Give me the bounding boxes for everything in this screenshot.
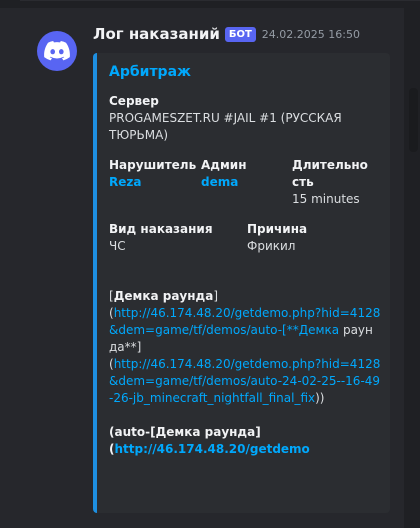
desc-line-1: [Демка раунда] — [109, 288, 381, 305]
field-server-value: PROGAMESZET.RU #JAIL #1 (РУССКАЯ ТЮРЬМА) — [109, 111, 342, 142]
desc-bold: (auto-[ — [109, 425, 156, 439]
embed-accent-bar — [93, 53, 97, 513]
field-violator: Нарушитель Reza — [109, 157, 201, 208]
embed-title: Арбитраж — [109, 64, 191, 80]
field-server: Сервер PROGAMESZET.RU #JAIL #1 (РУССКАЯ … — [109, 93, 381, 144]
bot-tag: БОТ — [224, 26, 256, 42]
message-header: Лог наказаний БОТ 24.02.2025 16:50 — [93, 25, 360, 43]
field-punishment-type: Вид наказания ЧС — [109, 221, 247, 255]
desc-bold: Демка раунда — [155, 425, 256, 439]
desc-text: )) — [315, 391, 325, 405]
fields-row-2: Вид наказания ЧС Причина Фрикил — [109, 221, 381, 268]
discord-logo-icon — [44, 41, 70, 61]
desc-line-3: (http://46.174.48.20/getdemo.php?hid=412… — [109, 356, 381, 407]
field-punishment-type-name: Вид наказания — [109, 222, 213, 236]
demo-link-2[interactable]: http://46.174.48.20/getdemo.php?hid=4128… — [109, 357, 380, 405]
field-reason: Причина Фрикил — [247, 221, 307, 255]
violator-mention[interactable]: Reza — [109, 174, 201, 191]
field-server-name: Сервер — [109, 94, 159, 108]
desc-text: ] — [213, 289, 219, 303]
desc-line-2: (http://46.174.48.20/getdemo.php?hid=412… — [109, 305, 381, 356]
field-duration-value: 15 minutes — [292, 192, 360, 206]
desc-bold: ] — [255, 425, 261, 439]
top-divider — [20, 0, 420, 1]
scrollbar-thumb[interactable] — [409, 88, 418, 152]
embed: Арбитраж Сервер PROGAMESZET.RU #JAIL #1 … — [93, 53, 390, 513]
author-name[interactable]: Лог наказаний — [93, 25, 220, 43]
scrollbar[interactable] — [409, 0, 418, 528]
embed-description: [Демка раунда] (http://46.174.48.20/getd… — [109, 288, 381, 458]
fields-row-1: Нарушитель Reza Админ dema Длительность … — [109, 157, 381, 221]
timestamp: 24.02.2025 16:50 — [261, 27, 360, 41]
demo-link-3[interactable]: http://46.174.48.20/getdemo — [114, 442, 309, 456]
field-reason-name: Причина — [247, 222, 308, 236]
field-reason-value: Фрикил — [247, 239, 296, 253]
field-admin: Админ dema — [201, 157, 292, 208]
field-admin-name: Админ — [201, 158, 247, 172]
desc-line-4: (auto-[Демка раунда] — [109, 424, 381, 441]
field-punishment-type-value: ЧС — [109, 239, 126, 253]
bot-message: Лог наказаний БОТ 24.02.2025 16:50 Арбит… — [0, 8, 404, 528]
admin-mention[interactable]: dema — [201, 174, 292, 191]
field-violator-name: Нарушитель — [109, 158, 197, 172]
avatar[interactable] — [37, 31, 77, 71]
desc-bold: Демка раунда — [113, 289, 214, 303]
desc-line-5: (http://46.174.48.20/getdemo — [109, 441, 381, 458]
field-duration-name: Длительность — [292, 158, 368, 189]
field-duration: Длительность 15 minutes — [292, 157, 372, 208]
